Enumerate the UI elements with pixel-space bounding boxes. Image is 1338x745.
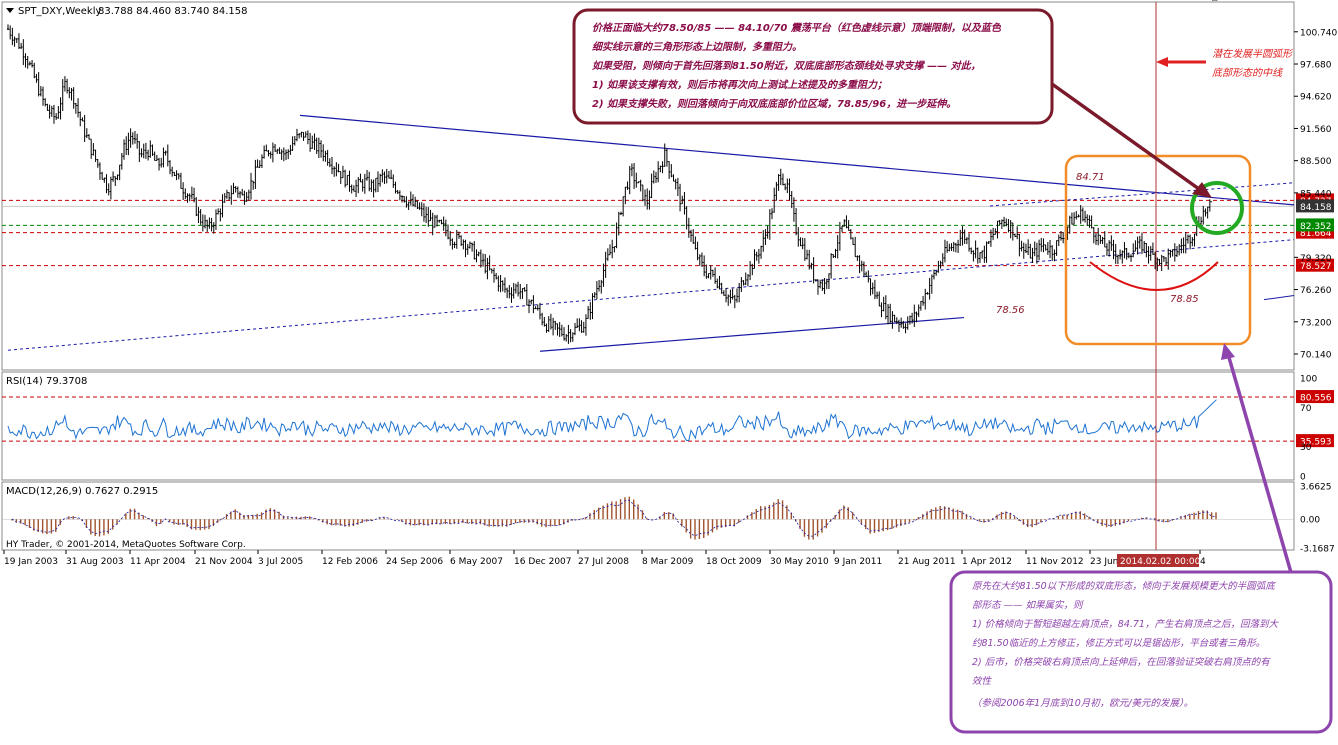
right-note-line-1: 潜在发展半圆弧形 <box>1212 48 1294 60</box>
callout-bottom-line-4: 约81.50临近的上方修正，修正方式可以是锯齿形，平台或者三角形。 <box>972 637 1265 649</box>
y-tick-label-4: 88.500 <box>1300 157 1332 167</box>
callout-top-line-1: 价格正面临大约78.50/85 —— 84.10/70 震荡平台（红色虚线示意）… <box>592 22 1002 34</box>
callout-top-line-4: 1) 如果该支撑有效，则后市将再次向上测试上述提及的多重阻力； <box>592 79 887 91</box>
x-tick-label-8: 16 Dec 2007 <box>514 557 572 567</box>
x-tick-label-7: 6 May 2007 <box>450 557 503 567</box>
callout-bottom-line-5: 2) 后市，价格突破右肩顶点向上延伸后，在回落验证突破右肩顶点的有 <box>972 656 1271 668</box>
y-tick-label-9: 73.200 <box>1300 318 1332 328</box>
callout-bottom-line-7: （参阅2006年1月底到10月初，欧元/美元的发展）。 <box>972 697 1193 709</box>
callout-bottom-line-3: 1) 价格倾向于暂短超越左肩顶点，84.71，产生右肩顶点之后，回落到大 <box>972 618 1279 630</box>
x-tick-label-4: 3 Jul 2005 <box>258 557 303 567</box>
callout-bottom-line-1: 原先在大约81.50以下形成的双底形态，倾向于发展规模更大的半圆弧底 <box>972 580 1276 592</box>
macd-y-tick-2: -3.1687 <box>1300 545 1335 555</box>
callout-top-line-5: 2) 如果支撑失败，则回落倾向于向双底底部价位区域，78.85/96，进一步延伸… <box>592 98 956 110</box>
x-tick-label-2: 11 Apr 2004 <box>130 557 186 567</box>
x-tick-label-11: 18 Oct 2009 <box>706 557 762 567</box>
green-level-label: 82.352 <box>1300 222 1332 232</box>
price-tag-label: 84.158 <box>1300 203 1332 213</box>
rsi-y-tick-4: 30 <box>1300 443 1312 453</box>
macd-y-tick-0: 3.6625 <box>1300 483 1332 493</box>
rsi-y-tick-0: 100 <box>1300 375 1317 385</box>
x-tick-label-0: 19 Jan 2003 <box>4 557 58 567</box>
callout-top-line-3: 如果受阻，则倾向于首先回落到81.50附近，双底底部形态颈线处寻求支撑 —— 对… <box>592 60 981 72</box>
x-tick-label-5: 12 Feb 2006 <box>322 557 378 567</box>
label-double-bottom: 78.56 <box>996 305 1025 316</box>
x-tick-label-9: 27 Jul 2008 <box>578 557 629 567</box>
copyright: HY Trader, © 2001-2014, MetaQuotes Softw… <box>6 540 246 550</box>
y-tick-label-2: 94.620 <box>1300 93 1332 103</box>
callout-bottom-line-6: 效性 <box>972 676 993 687</box>
y-tick-label-10: 70.140 <box>1300 350 1332 360</box>
x-tick-label-15: 1 Apr 2012 <box>962 557 1012 567</box>
cursor-date-label: 2014.02.02 00:00 <box>1120 557 1201 567</box>
rsi-title: RSI(14) 79.3708 <box>6 376 87 387</box>
ohlc-readout: 83.788 84.460 83.740 84.158 <box>98 6 248 17</box>
right-note-line-2: 底部形态的中线 <box>1212 67 1283 79</box>
chart-canvas: 84.72781.66478.52782.352 80.55635.593 10… <box>1 0 1337 734</box>
callout-bottom-line-2: 部形态 —— 如果属实，则 <box>972 599 1084 611</box>
x-tick-label-16: 11 Nov 2012 <box>1026 557 1084 567</box>
x-tick-label-19: 4 <box>1200 557 1206 567</box>
y-tick-label-3: 91.560 <box>1300 125 1332 135</box>
x-tick-label-10: 8 Mar 2009 <box>642 557 694 567</box>
rsi-level-label-0: 80.556 <box>1300 394 1332 404</box>
x-tick-label-3: 21 Nov 2004 <box>195 557 253 567</box>
x-tick-label-12: 30 May 2010 <box>770 557 829 567</box>
x-tick-label-13: 9 Jan 2011 <box>834 557 882 567</box>
y-tick-label-1: 97.680 <box>1300 61 1332 71</box>
macd-title: MACD(12,26,9) 0.7627 0.2915 <box>6 486 158 497</box>
symbol-title: SPT_DXY,Weekly <box>18 6 102 17</box>
label-top-peak: 84.71 <box>1076 172 1105 183</box>
label-right-bottom: 78.85 <box>1170 294 1199 305</box>
x-tick-label-14: 21 Aug 2011 <box>898 557 956 567</box>
y-tick-label-5: 85.440 <box>1300 189 1332 199</box>
x-tick-label-1: 31 Aug 2003 <box>66 557 124 567</box>
x-tick-label-17: 23 Jun <box>1090 557 1118 567</box>
rsi-y-tick-5: 0 <box>1300 473 1306 483</box>
macd-y-tick-1: 0.00 <box>1300 516 1320 526</box>
rsi-y-tick-2: 70 <box>1300 404 1312 414</box>
x-tick-label-6: 24 Sep 2006 <box>386 557 443 567</box>
y-tick-label-7: 79.320 <box>1300 254 1332 264</box>
y-tick-label-0: 100.740 <box>1300 28 1337 38</box>
callout-top-line-2: 细实线示意的三角形形态上边限制，多重阻力。 <box>592 41 802 53</box>
y-tick-label-8: 76.260 <box>1300 286 1332 296</box>
